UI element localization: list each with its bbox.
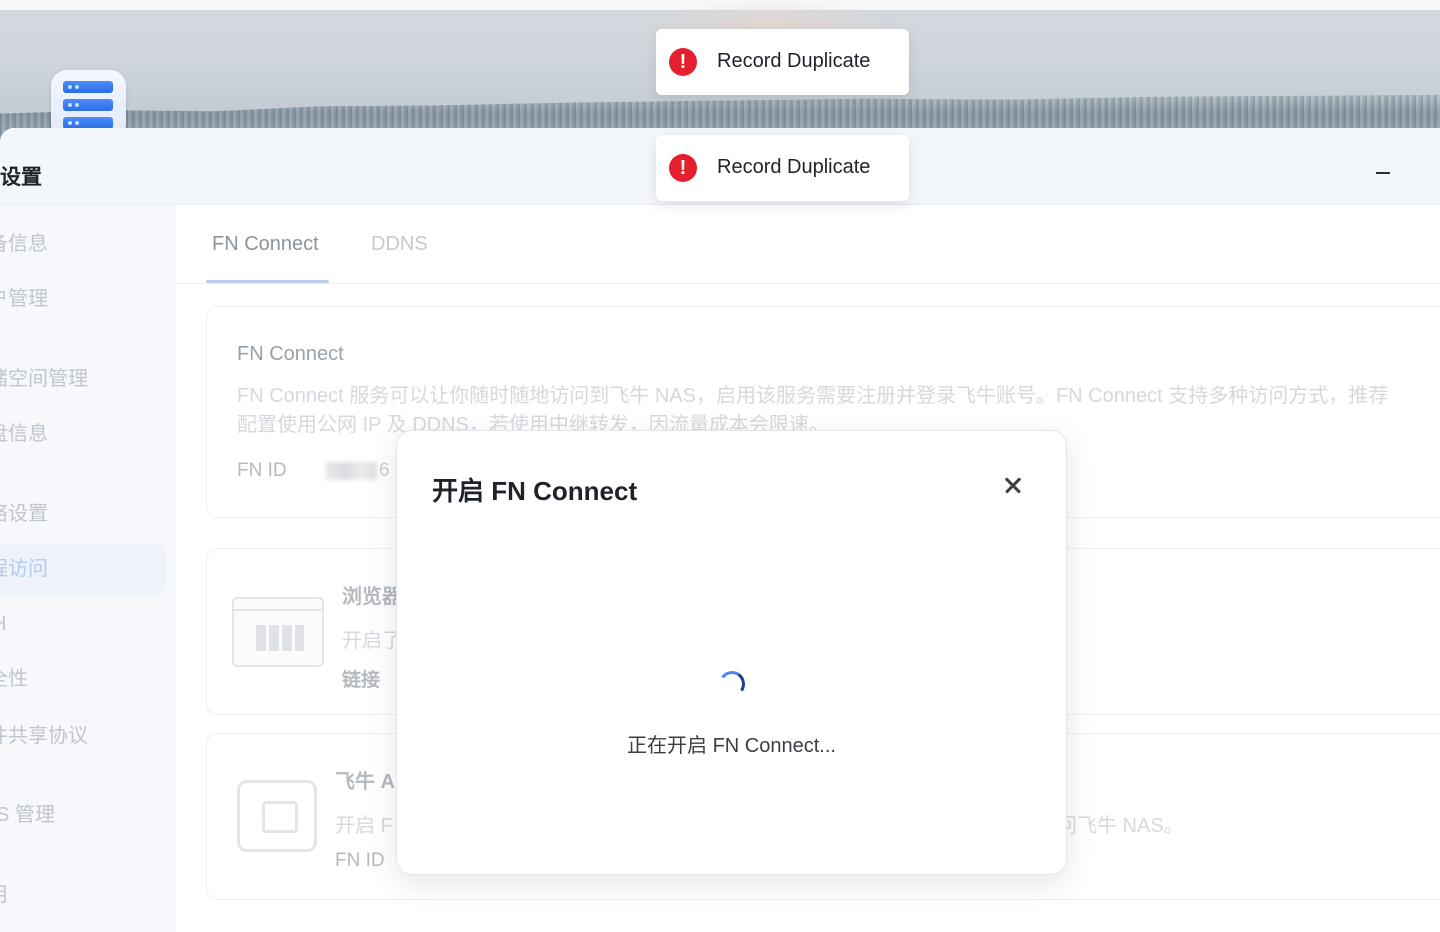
app-card-description-end: 问飞牛 NAS。 [1057, 815, 1184, 837]
tab-ddns[interactable]: DDNS [371, 233, 428, 256]
active-tab-indicator [206, 280, 329, 283]
error-icon: ! [669, 154, 697, 182]
error-icon: ! [669, 48, 697, 76]
toast-message: Record Duplicate [717, 156, 871, 178]
app-card-description-start: 开启 F [335, 815, 393, 837]
loading-spinner-icon [716, 668, 748, 700]
browser-card-link-label: 链接 [342, 670, 381, 691]
browser-grid [256, 625, 304, 651]
tab-fn-connect[interactable]: FN Connect [212, 233, 319, 256]
fn-id-label: FN ID [237, 460, 287, 481]
minimize-button[interactable] [1366, 156, 1400, 190]
sidebar-item-apps[interactable]: 用 [0, 869, 153, 921]
browser-card-title: 浏览器 [342, 586, 402, 608]
window-title: 统设置 [0, 166, 42, 189]
sidebar-item-dns-management[interactable]: S 管理 [0, 789, 161, 841]
sidebar-item-disk-info[interactable]: 盘信息 [0, 408, 153, 460]
sidebar-item-file-sharing-protocols[interactable]: 件共享协议 [0, 710, 153, 762]
sidebar-item-remote-access[interactable]: 程访问 [0, 543, 165, 595]
sidebar-item-ssh[interactable]: H [0, 598, 157, 650]
server-rack-bar [63, 81, 113, 93]
error-toast: ! Record Duplicate [656, 29, 909, 95]
enable-fn-connect-dialog: 开启 FN Connect 正在开启 FN Connect... [396, 430, 1067, 875]
app-card-fn-id-label: FN ID [335, 850, 385, 871]
browser-bar [234, 599, 322, 611]
sidebar: 备信息 户管理 储空间管理 盘信息 络设置 程访问 H 全性 件共享协议 S 管… [0, 205, 176, 932]
sidebar-item-storage-management[interactable]: 储空间管理 [0, 353, 153, 405]
app-card-title: 飞牛 A [335, 771, 395, 793]
redacted-id [325, 461, 377, 480]
fn-id-value: 6 [325, 460, 390, 482]
sidebar-item-security[interactable]: 全性 [0, 653, 153, 705]
sidebar-item-device-info[interactable]: 备信息 [0, 218, 153, 270]
dialog-title: 开启 FN Connect [432, 476, 638, 506]
fn-connect-card-title: FN Connect [237, 343, 344, 365]
loading-text: 正在开启 FN Connect... [627, 735, 836, 757]
app-illustration [237, 780, 317, 852]
close-icon[interactable] [997, 469, 1029, 501]
server-rack-bar [63, 99, 113, 111]
sidebar-item-user-management[interactable]: 户管理 [0, 273, 153, 325]
browser-illustration [232, 597, 324, 667]
toast-message: Record Duplicate [717, 50, 871, 72]
sidebar-item-network-settings[interactable]: 络设置 [0, 488, 153, 540]
fn-id-suffix: 6 [379, 460, 390, 481]
error-toast: ! Record Duplicate [656, 135, 909, 201]
tab-bar: FN Connect DDNS [176, 205, 1440, 284]
browser-card-description: 开启了 [342, 630, 402, 652]
